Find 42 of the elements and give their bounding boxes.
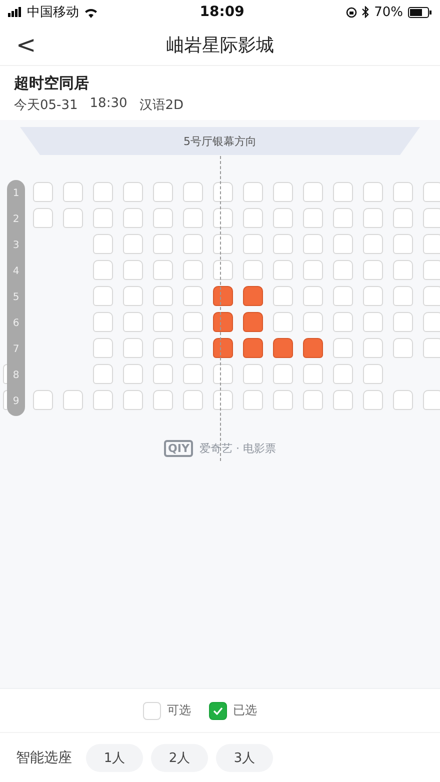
page-title: 岫岩星际影城 — [166, 34, 274, 56]
brand-name: 爱奇艺 · 电影票 — [199, 441, 276, 456]
screen-banner: 5号厅银幕方向 — [20, 127, 420, 155]
seat[interactable] — [213, 286, 233, 306]
carrier: 中国移动 — [27, 4, 79, 21]
row-number: 6 — [12, 317, 20, 331]
battery-percent: 70% — [374, 4, 403, 20]
row-number: 1 — [12, 187, 20, 201]
party-size-option[interactable]: 2人 — [151, 744, 208, 772]
bluetooth-icon — [362, 6, 370, 18]
clock: 18:09 — [200, 4, 244, 20]
row-number: 4 — [12, 265, 20, 279]
selected-seat-icon — [209, 702, 227, 720]
show-date: 今天05-31 — [14, 97, 78, 114]
row-number: 2 — [12, 213, 20, 227]
movie-title: 超时空同居 — [14, 74, 90, 93]
show-time: 18:30 — [90, 96, 128, 113]
row-number: 3 — [12, 239, 20, 253]
signal-icon — [8, 7, 22, 17]
seat[interactable] — [243, 286, 263, 306]
brand-logo: QIY — [164, 440, 194, 457]
back-button[interactable]: < — [10, 32, 42, 58]
wifi-icon — [84, 6, 98, 18]
party-size-option[interactable]: 3人 — [216, 744, 273, 772]
show-format: 汉语2D — [139, 97, 184, 114]
seat[interactable] — [243, 312, 263, 332]
party-size-option[interactable]: 1人 — [86, 744, 143, 772]
legend-label: 可选 — [167, 702, 191, 719]
seat[interactable] — [213, 338, 233, 358]
seat[interactable] — [213, 312, 233, 332]
rotation-lock-icon — [346, 6, 358, 18]
seat[interactable] — [303, 338, 323, 358]
legend-label: 已选 — [233, 702, 257, 719]
smart-select-label: 智能选座 — [16, 748, 72, 766]
row-number: 7 — [12, 343, 20, 357]
seat[interactable] — [243, 338, 263, 358]
battery-icon — [408, 6, 432, 18]
row-number: 9 — [12, 395, 20, 409]
seat[interactable] — [273, 338, 293, 358]
row-number: 8 — [12, 369, 20, 383]
available-seat-icon — [143, 702, 161, 720]
row-number: 5 — [12, 291, 20, 305]
